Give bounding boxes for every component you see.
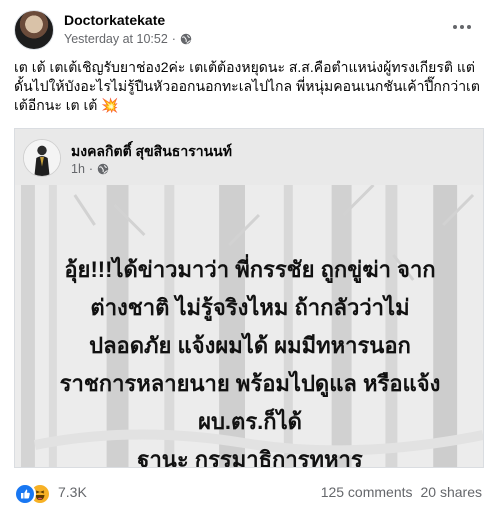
dot-icon	[453, 25, 457, 29]
person-silhouette-icon	[24, 140, 60, 176]
post-text-line: ปลอดภัย แจ้งผมได้ ผมมีทหารนอก	[89, 333, 411, 358]
collision-emoji: 💥	[101, 97, 119, 113]
reaction-count[interactable]: 7.3K	[58, 484, 87, 500]
post-stats: 125 comments 20 shares	[321, 484, 482, 500]
shared-author-avatar[interactable]	[23, 139, 61, 177]
post-text-line: ฐานะ กรรมาธิการทหาร	[137, 447, 363, 468]
shared-post-timestamp[interactable]: 1h	[71, 162, 85, 176]
dot-icon	[467, 25, 471, 29]
shared-post-meta: 1h ·	[71, 162, 109, 176]
caption-text: เต เต้ เตเต้เชิญรับยาช่อง2ค่ะ เตเต้ต้องห…	[14, 59, 480, 113]
globe-icon	[97, 163, 109, 175]
more-options-button[interactable]	[444, 12, 480, 42]
post-text-line: อุ้ย!!!ได้ข่าวมาว่า พี่กรรชัย ถูกขู่ฆ่า …	[64, 257, 436, 282]
shares-count[interactable]: 20 shares	[421, 484, 482, 500]
reactions-bar: 7.3K 125 comments 20 shares	[14, 478, 484, 506]
post-header: Doctorkatekate Yesterday at 10:52 ·	[14, 10, 484, 54]
shared-author-name[interactable]: มงคลกิตติ์ สุขสินธารานนท์	[71, 141, 232, 163]
meta-separator: ·	[171, 32, 176, 46]
post-text-line: ราชการหลายนาย พร้อมไปดูแล หรือแจ้ง	[59, 371, 441, 396]
author-name[interactable]: Doctorkatekate	[64, 12, 165, 28]
post-timestamp[interactable]: Yesterday at 10:52	[64, 32, 168, 46]
post-caption: เต เต้ เตเต้เชิญรับยาช่อง2ค่ะ เตเต้ต้องห…	[14, 58, 484, 115]
shared-post-header: มงคลกิตติ์ สุขสินธารานนท์ 1h ·	[15, 129, 483, 185]
shared-post-text: อุ้ย!!!ได้ข่าวมาว่า พี่กรรชัย ถูกขู่ฆ่า …	[15, 251, 483, 468]
shared-post-card[interactable]: มงคลกิตติ์ สุขสินธารานนท์ 1h · อุ้ย!!!ได…	[14, 128, 484, 468]
reaction-icons[interactable]	[14, 483, 54, 505]
like-icon	[14, 483, 36, 505]
meta-separator: ·	[88, 162, 94, 176]
dot-icon	[460, 25, 464, 29]
globe-icon	[180, 33, 192, 45]
comments-count[interactable]: 125 comments	[321, 484, 413, 500]
author-avatar[interactable]	[14, 10, 54, 50]
post-meta: Yesterday at 10:52 ·	[64, 32, 192, 46]
post-text-line: ผบ.ตร.ก็ได้	[198, 409, 302, 434]
post-text-line: ต่างชาติ ไม่รู้จริงไหม ถ้ากลัวว่าไม่	[90, 295, 410, 320]
